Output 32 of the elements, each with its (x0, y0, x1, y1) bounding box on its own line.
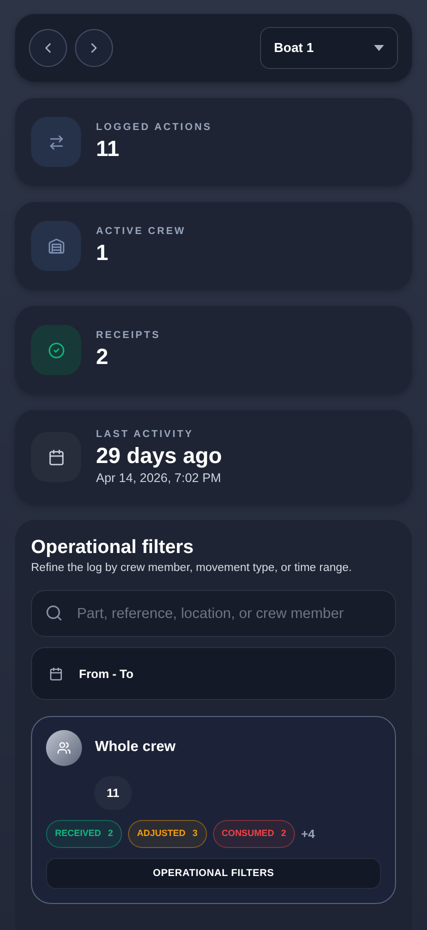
calendar-icon (48, 448, 64, 466)
stat-label: ACTIVE CREW (96, 225, 186, 239)
stat-label: RECEIPTS (96, 329, 160, 343)
stat-value: 1 (96, 239, 110, 267)
stat-label: LAST ACTIVITY (96, 428, 194, 442)
search-field[interactable]: Part, reference, location, or crew member (31, 590, 396, 637)
movement-tag: ADJUSTED 3 (128, 820, 207, 848)
movement-tag: RECEIVED 2 (46, 820, 122, 848)
check-circle-icon (48, 342, 64, 358)
count-badge: 11 (94, 776, 132, 810)
previous-button[interactable] (29, 29, 67, 67)
operational-filters-button[interactable]: OPERATIONAL FILTERS (46, 858, 381, 889)
movement-tag: CONSUMED 2 (212, 820, 296, 848)
next-button[interactable] (75, 29, 113, 67)
group-icon (57, 741, 71, 755)
search-icon (45, 604, 63, 622)
date-range-button[interactable]: From - To (31, 647, 396, 700)
garage-icon (48, 238, 64, 254)
panel-title: Operational filters (31, 536, 195, 560)
crew-name: Whole crew (95, 738, 176, 758)
panel-subtitle: Refine the log by crew member, movement type, or time range. (31, 561, 353, 576)
stat-label: LOGGED ACTIONS (96, 121, 212, 135)
calendar-icon (49, 666, 63, 680)
more-count: +4 (301, 826, 315, 843)
arrows-icon (48, 134, 64, 150)
dropdown-icon (374, 45, 384, 51)
stat-value: 11 (96, 135, 120, 163)
crew-card[interactable]: Whole crew 11 RECEIVED 2 ADJUSTED 3 CONSUMED 2 +4 OPERATIONAL FILTERS (31, 716, 396, 904)
stat-value: 2 (96, 343, 110, 371)
boat-select[interactable]: Boat 1 (260, 27, 398, 69)
stat-detail: Apr 14, 2026, 7:02 PM (96, 470, 222, 486)
stat-value: 29 days ago (96, 442, 222, 470)
